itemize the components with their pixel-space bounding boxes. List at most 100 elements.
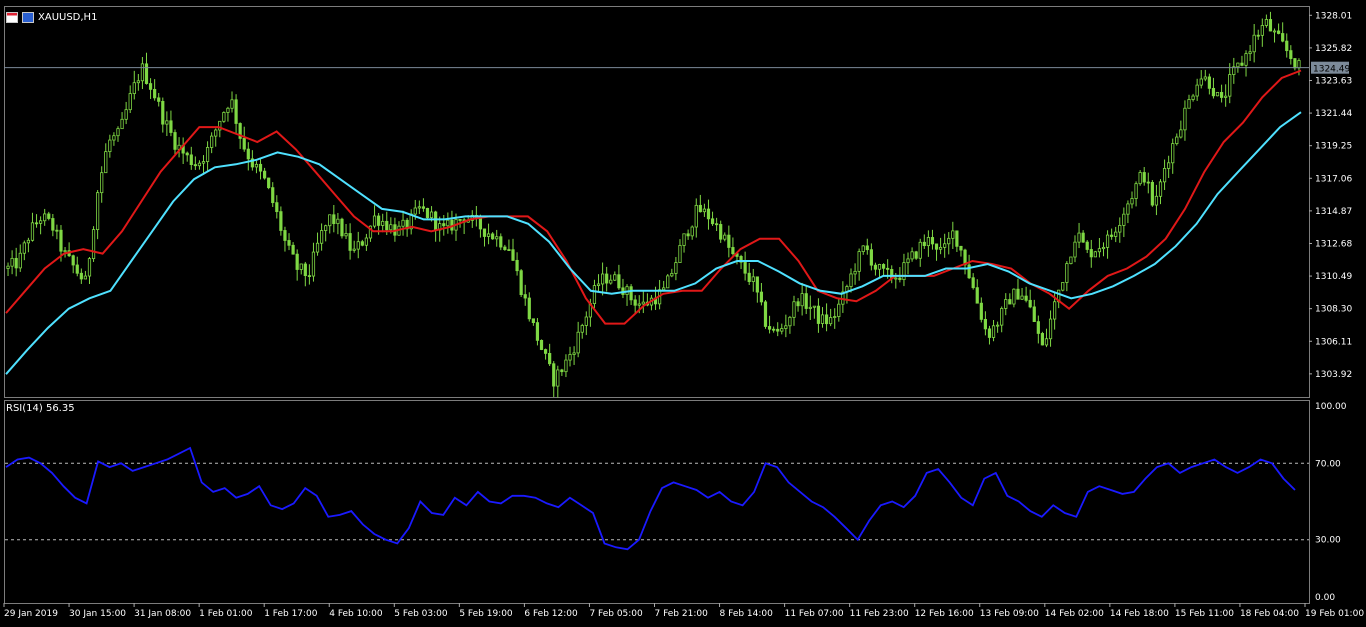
time-tick-label: 29 Jan 2019	[4, 609, 58, 619]
candle-body	[100, 172, 104, 194]
candle-body	[1000, 308, 1004, 326]
candle-body	[18, 252, 22, 269]
candle-body	[201, 161, 206, 164]
symbol-label: XAUUSD,H1	[38, 11, 98, 23]
candle-body	[1277, 30, 1281, 34]
candle-body	[796, 301, 800, 307]
candle-body	[311, 251, 316, 277]
candle-body	[246, 148, 250, 160]
candle-body	[1130, 198, 1134, 205]
candle-body	[1036, 321, 1040, 334]
candle-body	[320, 230, 324, 244]
candle-body	[401, 219, 405, 227]
candle-body	[881, 264, 886, 269]
candle	[539, 339, 544, 351]
candle-body	[1126, 203, 1130, 215]
candle-body	[336, 218, 340, 225]
price-tick-label: 1314.87	[1315, 207, 1352, 217]
candle-body	[340, 218, 344, 237]
candle-body	[560, 369, 564, 373]
candle-body	[26, 239, 30, 244]
candle-body	[299, 263, 303, 270]
candle-body	[800, 293, 804, 307]
candle-body	[214, 129, 218, 137]
candle-body	[197, 162, 202, 167]
candle-body	[482, 228, 487, 237]
candle-body	[189, 154, 193, 165]
candle-body	[1105, 234, 1110, 248]
time-tick-label: 14 Feb 02:00	[1045, 609, 1104, 619]
candle-body	[1248, 51, 1252, 55]
candle-body	[1268, 19, 1273, 32]
candle-body	[275, 202, 279, 213]
candle-body	[185, 152, 189, 156]
candle-body	[205, 147, 210, 162]
candle-body	[478, 216, 483, 230]
candle	[222, 111, 226, 123]
candle-body	[173, 132, 177, 150]
candle-body	[682, 233, 686, 246]
candle	[1061, 282, 1065, 292]
price-tick-label: 1328.01	[1315, 11, 1352, 21]
rsi-tick-label: 70.00	[1315, 459, 1341, 469]
candle-body	[983, 318, 987, 330]
candle-body	[987, 328, 992, 338]
candle-body	[572, 352, 576, 355]
candle-body	[947, 237, 951, 245]
canvas-bg	[0, 0, 1366, 623]
candle-body	[784, 325, 788, 329]
candle-body	[865, 245, 869, 251]
candle-body	[1110, 234, 1114, 237]
price-tick-label: 1303.92	[1315, 370, 1352, 380]
candle-body	[1150, 181, 1154, 206]
candle-body	[1020, 295, 1024, 300]
candle-body	[132, 82, 136, 94]
candle-body	[1008, 299, 1012, 305]
candle-body	[600, 273, 605, 285]
candle-body	[39, 220, 43, 224]
candle-body	[951, 230, 955, 239]
chart-canvas[interactable]: 1324.49 1328.01 1325.82 1323.63 1321.44 1319.…	[0, 0, 1366, 623]
candle-body	[857, 251, 861, 272]
candle-body	[210, 135, 214, 148]
candle-body	[1199, 78, 1203, 86]
candle-body	[1162, 168, 1167, 183]
candle-body	[104, 151, 108, 174]
candle-body	[873, 264, 878, 270]
candle-body	[605, 273, 609, 284]
candle-body	[1171, 143, 1175, 164]
candle-body	[503, 246, 507, 250]
price-tick-label: 1306.11	[1315, 337, 1352, 347]
candle-body	[303, 263, 307, 277]
candle-body	[914, 251, 918, 259]
candle-body	[165, 120, 169, 125]
chart-window[interactable]: 1324.49 1328.01 1325.82 1323.63 1321.44 1319.…	[0, 0, 1366, 623]
time-tick-label: 4 Feb 10:00	[329, 609, 383, 619]
price-tick-label: 1317.06	[1315, 174, 1352, 184]
candle-body	[523, 294, 527, 299]
candle-body	[377, 215, 381, 226]
candle-body	[413, 207, 417, 215]
candle-body	[1048, 318, 1053, 340]
candle-body	[157, 97, 161, 102]
candle-body	[869, 249, 873, 266]
candle-body	[543, 349, 548, 354]
candle-body	[59, 229, 63, 252]
candle-body	[1224, 95, 1228, 98]
candle-body	[1004, 299, 1008, 309]
candle-body	[613, 274, 617, 281]
candle-body	[1187, 99, 1191, 109]
candle-body	[307, 275, 311, 278]
time-tick-label: 7 Feb 21:00	[655, 609, 709, 619]
candle-body	[144, 63, 149, 84]
candle-body	[96, 192, 100, 230]
candle-body	[1167, 162, 1171, 169]
candle-body	[287, 240, 291, 246]
candle-body	[576, 331, 580, 354]
time-tick-label: 14 Feb 18:00	[1110, 609, 1169, 619]
candle	[1215, 92, 1220, 97]
time-tick-label: 31 Jan 08:00	[134, 609, 191, 619]
candle-body	[279, 211, 283, 231]
candle-body	[271, 187, 275, 204]
candle-body	[637, 303, 641, 306]
